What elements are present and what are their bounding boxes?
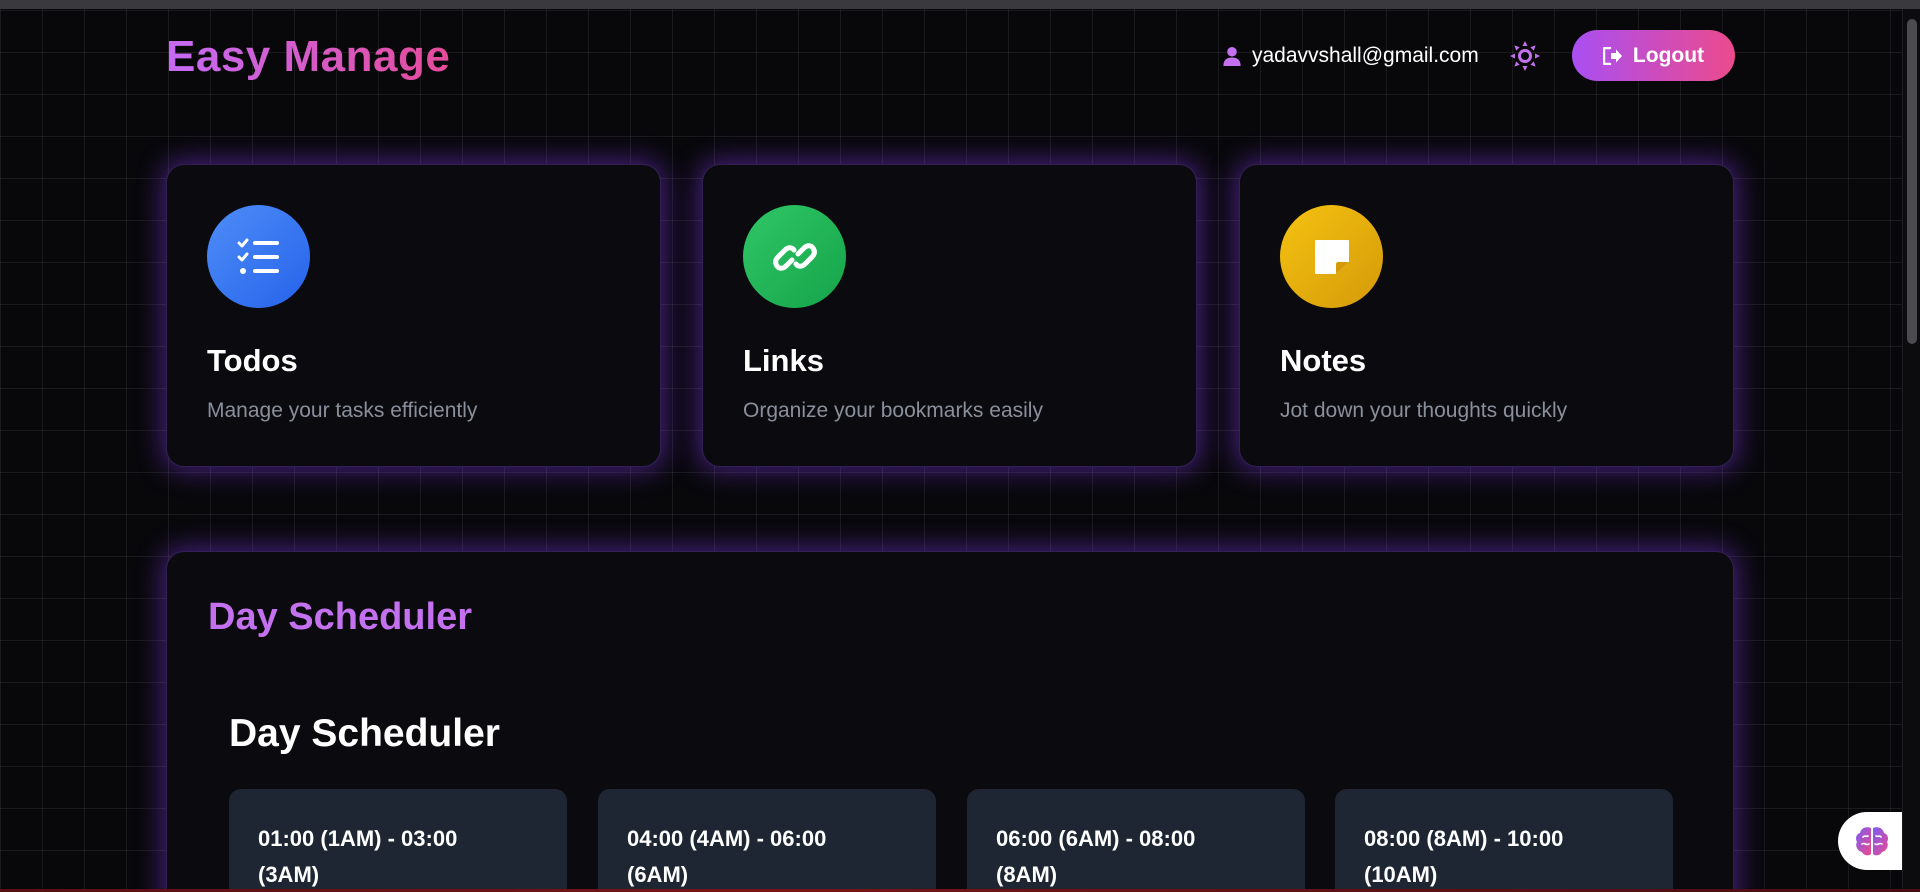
todos-icon-circle [207,205,310,308]
time-slot-end: (3AM) [258,862,320,887]
user-icon [1223,46,1241,66]
browser-top-strip [0,0,1920,9]
brand-logo[interactable]: Easy Manage [166,32,450,82]
link-icon [772,242,817,271]
time-slot-range: 06:00 (6AM) - 08:00 [996,826,1196,851]
sun-icon [1510,41,1540,71]
logout-label: Logout [1632,43,1705,67]
app-header: Easy Manage yadavvshall@gmail.com Logout [166,30,1735,82]
list-check-icon [237,238,279,274]
theme-toggle-button[interactable] [1509,40,1541,72]
brain-icon [1856,827,1888,856]
day-scheduler-section: Day Scheduler Day Scheduler 01:00 (1AM) … [166,551,1734,892]
time-slot-end: (10AM) [1364,862,1438,887]
scrollbar-thumb[interactable] [1907,19,1917,344]
time-slot-end: (8AM) [996,862,1058,887]
user-email: yadavvshall@gmail.com [1252,44,1479,67]
links-description: Organize your bookmarks easily [743,399,1043,422]
time-slot-range: 04:00 (4AM) - 06:00 [627,826,827,851]
links-card[interactable]: Links Organize your bookmarks easily [702,164,1197,467]
time-slot[interactable]: 08:00 (8AM) - 10:00 (10AM) [1335,789,1673,892]
links-icon-circle [743,205,846,308]
notes-icon-circle [1280,205,1383,308]
time-slot-end: (6AM) [627,862,689,887]
time-slot-range: 08:00 (8AM) - 10:00 [1364,826,1564,851]
notes-title: Notes [1280,343,1367,378]
time-slot[interactable]: 06:00 (6AM) - 08:00 (8AM) [967,789,1305,892]
links-title: Links [743,343,824,378]
logout-button[interactable]: Logout [1572,30,1735,81]
sticky-note-icon [1314,239,1349,274]
vertical-scrollbar[interactable] [1902,9,1920,892]
assistant-fab-button[interactable] [1838,812,1910,870]
scheduler-section-title: Day Scheduler [208,596,472,638]
time-slot[interactable]: 01:00 (1AM) - 03:00 (3AM) [229,789,567,892]
notes-description: Jot down your thoughts quickly [1280,399,1568,422]
todos-title: Todos [207,343,298,378]
notes-card[interactable]: Notes Jot down your thoughts quickly [1239,164,1734,467]
todos-description: Manage your tasks efficiently [207,399,478,422]
scheduler-heading: Day Scheduler [229,712,500,755]
time-slot[interactable]: 04:00 (4AM) - 06:00 (6AM) [598,789,936,892]
logout-icon [1602,46,1622,65]
time-slot-range: 01:00 (1AM) - 03:00 [258,826,458,851]
user-info: yadavvshall@gmail.com [1222,44,1479,68]
todos-card[interactable]: Todos Manage your tasks efficiently [166,164,661,467]
